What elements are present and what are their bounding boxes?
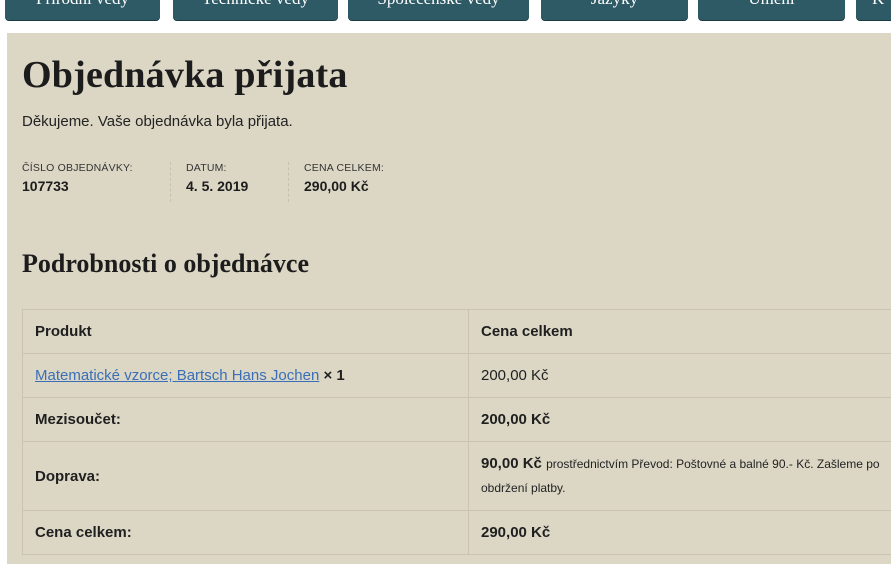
grand-total-label: Cena celkem: bbox=[22, 510, 469, 555]
nav-tab-umeni[interactable]: Umění bbox=[698, 0, 845, 20]
table-row: Matematické vzorce; Bartsch Hans Jochen … bbox=[22, 353, 891, 398]
order-total-label: CENA CELKEM: bbox=[304, 162, 385, 174]
order-received-content: Objednávka přijata Děkujeme. Vaše objedn… bbox=[7, 33, 891, 564]
column-header-total: Cena celkem bbox=[468, 309, 891, 354]
order-total-value: 290,00 Kč bbox=[304, 178, 369, 194]
subtotal-value: 200,00 Kč bbox=[468, 397, 891, 442]
order-details-table: Produkt Cena celkem Matematické vzorce; … bbox=[22, 309, 891, 555]
shipping-price: 90,00 Kč bbox=[481, 455, 542, 472]
product-quantity: × 1 bbox=[323, 367, 345, 384]
nav-tab-more[interactable]: K bbox=[856, 0, 891, 20]
shipping-label: Doprava: bbox=[22, 441, 469, 511]
order-date: DATUM: 4. 5. 2019 bbox=[170, 162, 301, 202]
thank-you-message: Děkujeme. Vaše objednávka byla přijata. bbox=[22, 113, 293, 130]
order-number-label: ČÍSLO OBJEDNÁVKY: bbox=[22, 162, 133, 174]
order-date-value: 4. 5. 2019 bbox=[186, 178, 249, 194]
table-header-row: Produkt Cena celkem bbox=[22, 309, 891, 354]
grand-total-value: 290,00 Kč bbox=[468, 510, 891, 555]
nav-tab-spolecenske-vedy[interactable]: Společenské vědy bbox=[348, 0, 529, 20]
subtotal-label: Mezisoučet: bbox=[22, 397, 469, 442]
shipping-cell: 90,00 Kč prostřednictvím Převod: Poštovn… bbox=[468, 441, 891, 511]
column-header-product: Produkt bbox=[22, 309, 469, 354]
order-details-heading: Podrobnosti o objednávce bbox=[22, 249, 309, 278]
order-number: ČÍSLO OBJEDNÁVKY: 107733 bbox=[22, 162, 172, 202]
product-link[interactable]: Matematické vzorce; Bartsch Hans Jochen bbox=[35, 367, 319, 384]
table-row: Mezisoučet: 200,00 Kč bbox=[22, 397, 891, 442]
product-cell: Matematické vzorce; Bartsch Hans Jochen … bbox=[22, 353, 469, 398]
nav-tab-prirodni-vedy[interactable]: Přírodní vědy bbox=[5, 0, 160, 20]
order-total: CENA CELKEM: 290,00 Kč bbox=[288, 162, 424, 202]
table-row: Doprava: 90,00 Kč prostřednictvím Převod… bbox=[22, 441, 891, 511]
order-number-value: 107733 bbox=[22, 178, 69, 194]
nav-tab-jazyky[interactable]: Jazyky bbox=[541, 0, 688, 20]
order-date-label: DATUM: bbox=[186, 162, 227, 174]
page-title: Objednávka přijata bbox=[22, 54, 348, 96]
table-row: Cena celkem: 290,00 Kč bbox=[22, 510, 891, 555]
nav-tab-technicke-vedy[interactable]: Technické vědy bbox=[173, 0, 338, 20]
top-navigation: Přírodní vědy Technické vědy Společenské… bbox=[0, 0, 891, 26]
product-price: 200,00 Kč bbox=[468, 353, 891, 398]
